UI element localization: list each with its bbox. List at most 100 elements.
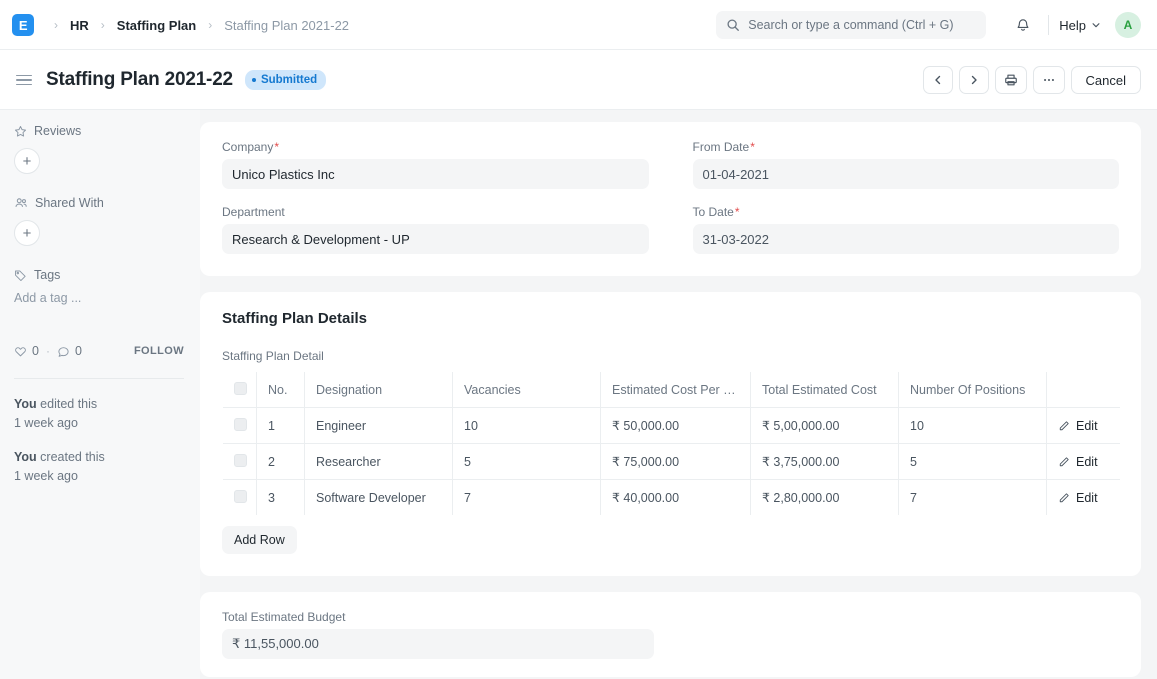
from-date-input[interactable]: 01-04-2021: [693, 159, 1120, 189]
status-badge-label: Submitted: [261, 74, 317, 86]
required-marker: *: [735, 205, 740, 219]
label-company: Company*: [222, 140, 649, 154]
field-total-estimated-budget: Total Estimated Budget ₹ 11,55,000.00: [222, 610, 1119, 659]
cancel-button[interactable]: Cancel: [1071, 66, 1141, 94]
column-header-vacancies[interactable]: Vacancies: [453, 372, 601, 408]
cell-vacancies[interactable]: 7: [453, 480, 601, 516]
edit-row-button[interactable]: Edit: [1058, 419, 1109, 433]
field-from-date: From Date* 01-04-2021: [693, 140, 1120, 189]
activity-time: 1 week ago: [14, 416, 78, 430]
label-from-date: From Date*: [693, 140, 1120, 154]
comment-icon: [57, 345, 70, 358]
cell-total-cost[interactable]: ₹ 5,00,000.00: [751, 408, 899, 444]
cell-designation[interactable]: Software Developer: [305, 480, 453, 516]
cell-no: 2: [257, 444, 305, 480]
required-marker: *: [750, 140, 755, 154]
cell-cost-per-position[interactable]: ₹ 40,000.00: [601, 480, 751, 516]
cell-no: 1: [257, 408, 305, 444]
stat-separator: ·: [46, 344, 50, 358]
cell-positions[interactable]: 5: [899, 444, 1047, 480]
breadcrumb-separator-2: ›: [208, 18, 212, 32]
edit-row-button[interactable]: Edit: [1058, 455, 1109, 469]
row-checkbox[interactable]: [234, 454, 247, 467]
total-estimated-budget-value: ₹ 11,55,000.00: [222, 629, 654, 659]
add-review-button[interactable]: +: [14, 148, 40, 174]
next-document-button[interactable]: [959, 66, 989, 94]
column-header-no[interactable]: No.: [257, 372, 305, 408]
chevron-right-icon: [968, 74, 980, 86]
row-checkbox[interactable]: [234, 490, 247, 503]
cell-designation[interactable]: Researcher: [305, 444, 453, 480]
cell-vacancies[interactable]: 10: [453, 408, 601, 444]
field-department: Department Research & Development - UP: [222, 205, 649, 254]
app-logo-icon[interactable]: E: [12, 14, 34, 36]
cell-designation[interactable]: Engineer: [305, 408, 453, 444]
add-row-button[interactable]: Add Row: [222, 526, 297, 554]
top-navbar: E › HR › Staffing Plan › Staffing Plan 2…: [0, 0, 1157, 50]
search-input[interactable]: [748, 18, 976, 32]
print-button[interactable]: [995, 66, 1027, 94]
row-checkbox[interactable]: [234, 418, 247, 431]
select-all-checkbox[interactable]: [234, 382, 247, 395]
table-header-row: No. Designation Vacancies Estimated Cost…: [223, 372, 1121, 408]
breadcrumb-item-hr[interactable]: HR: [68, 16, 91, 35]
cell-vacancies[interactable]: 5: [453, 444, 601, 480]
chevron-left-icon: [932, 74, 944, 86]
tag-icon: [14, 269, 27, 282]
breadcrumb-separator-0: ›: [54, 18, 58, 32]
cell-total-cost[interactable]: ₹ 2,80,000.00: [751, 480, 899, 516]
column-header-number-of-positions[interactable]: Number Of Positions: [899, 372, 1047, 408]
avatar[interactable]: A: [1115, 12, 1141, 38]
sidebar-divider: [14, 378, 184, 379]
add-shared-user-button[interactable]: +: [14, 220, 40, 246]
to-date-input[interactable]: 31-03-2022: [693, 224, 1120, 254]
chevron-down-icon: [1091, 20, 1101, 30]
help-label: Help: [1059, 18, 1086, 33]
table-row[interactable]: 3 Software Developer 7 ₹ 40,000.00 ₹ 2,8…: [223, 480, 1121, 516]
heart-icon: [14, 345, 27, 358]
department-input[interactable]: Research & Development - UP: [222, 224, 649, 254]
cell-positions[interactable]: 10: [899, 408, 1047, 444]
activity-item: You created this 1 week ago: [14, 448, 184, 487]
printer-icon: [1004, 73, 1018, 87]
table-row[interactable]: 1 Engineer 10 ₹ 50,000.00 ₹ 5,00,000.00 …: [223, 408, 1121, 444]
form-card: Company* Unico Plastics Inc Department R…: [200, 122, 1141, 276]
column-header-designation[interactable]: Designation: [305, 372, 453, 408]
previous-document-button[interactable]: [923, 66, 953, 94]
search-box[interactable]: [716, 11, 986, 39]
breadcrumb: › HR › Staffing Plan › Staffing Plan 202…: [44, 16, 351, 35]
like-count: 0: [32, 344, 39, 358]
row-select-cell: [223, 408, 257, 444]
grid-label-staffing-plan-detail: Staffing Plan Detail: [222, 349, 1119, 363]
sidebar-toggle-icon[interactable]: [8, 64, 40, 96]
column-header-total-estimated-cost[interactable]: Total Estimated Cost: [751, 372, 899, 408]
more-actions-button[interactable]: [1033, 66, 1065, 94]
help-menu[interactable]: Help: [1059, 18, 1101, 33]
notifications-button[interactable]: [1008, 10, 1038, 40]
sidebar: Reviews + Shared With + Tags Add a tag .…: [0, 110, 200, 679]
sidebar-engagement-stats: 0 · 0 FOLLOW: [14, 344, 184, 358]
like-stat[interactable]: 0: [14, 344, 39, 358]
edit-row-button[interactable]: Edit: [1058, 491, 1109, 505]
table-row[interactable]: 2 Researcher 5 ₹ 75,000.00 ₹ 3,75,000.00…: [223, 444, 1121, 480]
edit-label: Edit: [1076, 455, 1098, 469]
page-title: Staffing Plan 2021-22: [46, 69, 233, 91]
add-tag-input[interactable]: Add a tag ...: [14, 291, 184, 305]
status-badge: Submitted: [245, 70, 326, 90]
section-title-staffing-plan-details: Staffing Plan Details: [222, 310, 1119, 327]
cell-total-cost[interactable]: ₹ 3,75,000.00: [751, 444, 899, 480]
cell-cost-per-position[interactable]: ₹ 75,000.00: [601, 444, 751, 480]
column-header-estimated-cost-per-position[interactable]: Estimated Cost Per P...: [601, 372, 751, 408]
search-icon: [726, 18, 740, 32]
activity-time: 1 week ago: [14, 469, 78, 483]
sidebar-label-shared-with: Shared With: [35, 196, 104, 210]
company-input[interactable]: Unico Plastics Inc: [222, 159, 649, 189]
cell-positions[interactable]: 7: [899, 480, 1047, 516]
breadcrumb-item-staffing-plan[interactable]: Staffing Plan: [115, 16, 198, 35]
comment-stat[interactable]: 0: [57, 344, 82, 358]
breadcrumb-separator-1: ›: [101, 18, 105, 32]
cell-cost-per-position[interactable]: ₹ 50,000.00: [601, 408, 751, 444]
sidebar-label-reviews: Reviews: [34, 124, 81, 138]
edit-label: Edit: [1076, 419, 1098, 433]
follow-button[interactable]: FOLLOW: [134, 345, 184, 357]
